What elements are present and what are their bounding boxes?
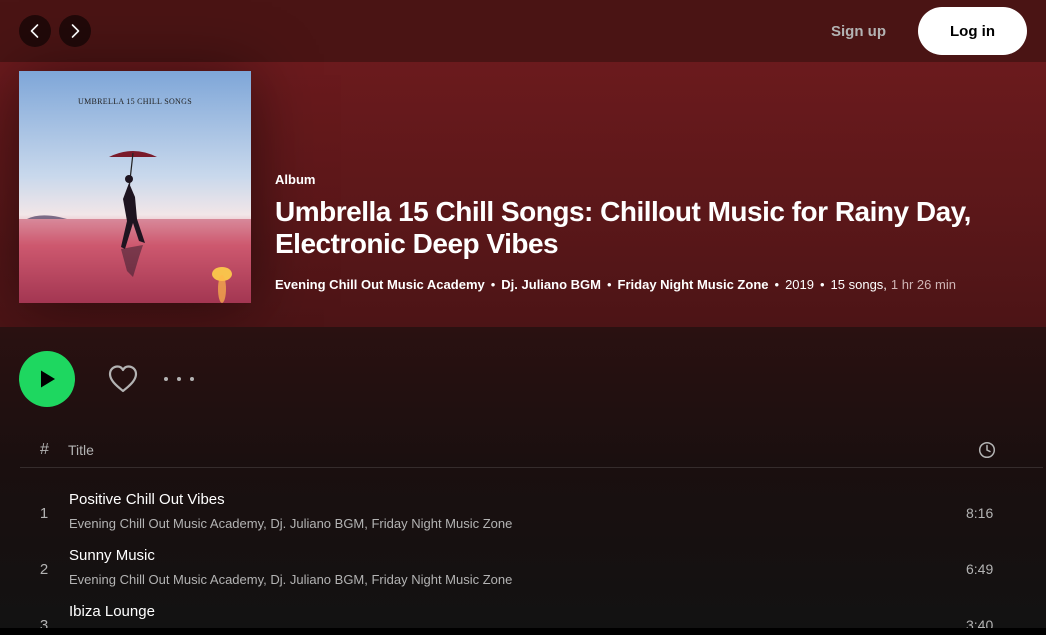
- play-icon: [41, 370, 55, 388]
- album-cover-caption: UMBRELLA 15 CHILL SONGS: [78, 97, 192, 106]
- album-cover: UMBRELLA 15 CHILL SONGS: [19, 71, 251, 303]
- track-duration: 6:49: [966, 561, 994, 577]
- artist-link[interactable]: Dj. Juliano BGM: [501, 277, 601, 292]
- track-title[interactable]: Positive Chill Out Vibes: [69, 491, 225, 508]
- album-info: Album Umbrella 15 Chill Songs: Chillout …: [275, 172, 1026, 292]
- dot-icon: [177, 377, 181, 381]
- album-duration: 1 hr 26 min: [890, 277, 956, 292]
- track-title[interactable]: Sunny Music: [69, 547, 155, 564]
- track-artists[interactable]: Evening Chill Out Music Academy, Dj. Jul…: [69, 516, 512, 531]
- album-type-label: Album: [275, 172, 316, 187]
- forward-button[interactable]: [59, 15, 91, 47]
- album-title: Umbrella 15 Chill Songs: Chillout Music …: [275, 196, 971, 259]
- page: Sign up Log in UMBRELLA 15 CHILL SONGS A…: [0, 0, 1046, 635]
- album-meta: Evening Chill Out Music Academy • Dj. Ju…: [275, 277, 1026, 292]
- clock-icon: [978, 441, 996, 459]
- dot-icon: [164, 377, 168, 381]
- tracklist-header: # Title: [20, 434, 1043, 468]
- log-in-button[interactable]: Log in: [918, 7, 1027, 55]
- top-bar: Sign up Log in: [0, 0, 1046, 62]
- album-header: UMBRELLA 15 CHILL SONGS Album Umbrella 1…: [0, 62, 1046, 327]
- heart-icon[interactable]: [106, 362, 140, 396]
- more-options-button[interactable]: [164, 366, 194, 392]
- chevron-left-icon: [30, 24, 39, 38]
- play-button[interactable]: [19, 351, 75, 407]
- track-number: 1: [39, 505, 49, 522]
- track-title[interactable]: Ibiza Lounge: [69, 603, 155, 620]
- track-artists[interactable]: Evening Chill Out Music Academy, Dj. Jul…: [69, 572, 512, 587]
- artist-link[interactable]: Evening Chill Out Music Academy: [275, 277, 485, 292]
- artist-link[interactable]: Friday Night Music Zone: [618, 277, 769, 292]
- track-duration: 8:16: [966, 505, 994, 521]
- track-number: 2: [39, 561, 49, 578]
- chevron-right-icon: [71, 24, 80, 38]
- release-year: 2019: [785, 277, 814, 292]
- separator-dot: •: [774, 277, 780, 292]
- track-row[interactable]: 2 Sunny Music Evening Chill Out Music Ac…: [20, 541, 1043, 597]
- separator-dot: •: [819, 277, 825, 292]
- sign-up-button[interactable]: Sign up: [831, 23, 886, 40]
- bottom-edge: [0, 628, 1046, 635]
- separator-dot: •: [606, 277, 612, 292]
- dot-icon: [190, 377, 194, 381]
- track-row[interactable]: 1 Positive Chill Out Vibes Evening Chill…: [20, 485, 1043, 541]
- separator-dot: •: [490, 277, 496, 292]
- back-button[interactable]: [19, 15, 51, 47]
- column-title-header: Title: [68, 442, 94, 458]
- column-number-header: #: [40, 441, 49, 458]
- song-count: 15 songs,: [830, 277, 887, 292]
